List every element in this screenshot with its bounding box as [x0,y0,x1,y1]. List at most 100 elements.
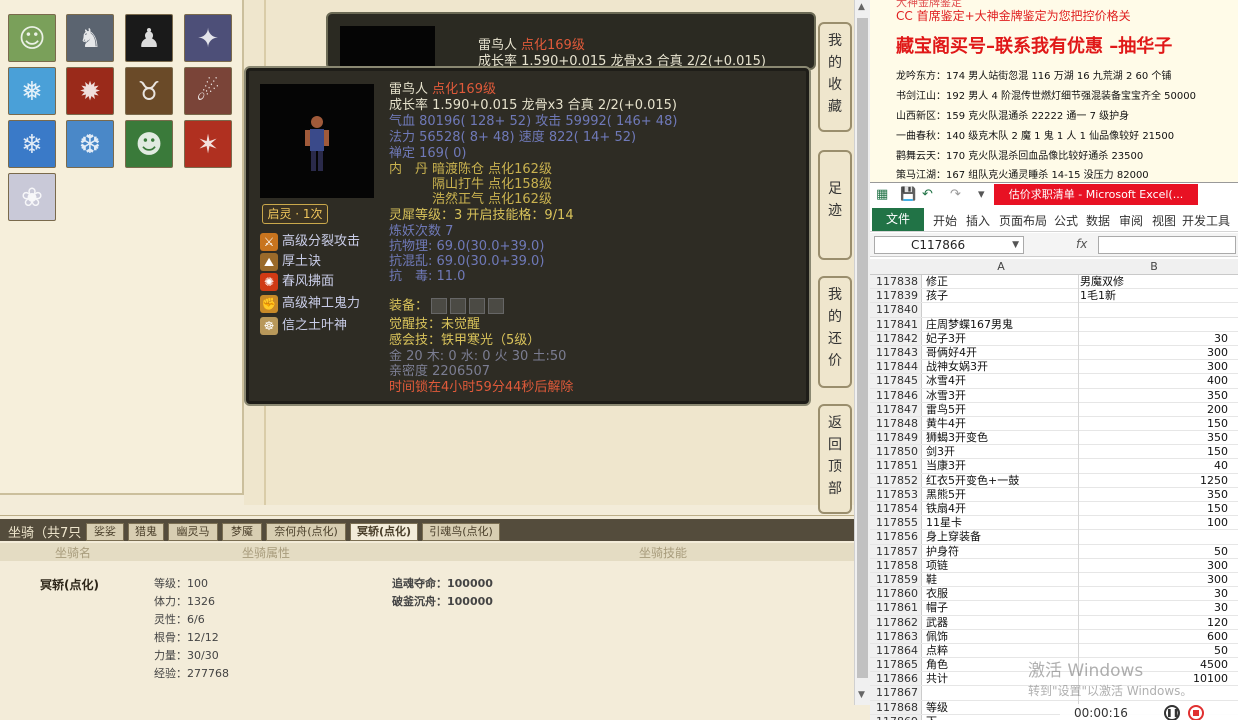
pet-portrait-12[interactable]: ✶ [184,120,232,168]
cell-b[interactable]: 300 [1080,559,1228,573]
cell-a[interactable]: 庄周梦蝶167男鬼 [926,318,1076,332]
cell-b[interactable]: 200 [1080,403,1228,417]
ribbon-tab[interactable]: 页面布局 [999,212,1047,229]
table-row[interactable]: 117841 庄周梦蝶167男鬼 [870,317,1238,332]
ribbon-tab[interactable]: 公式 [1054,212,1078,229]
pet-portrait-1[interactable]: ☺ [8,14,56,62]
cell-b[interactable]: 100 [1080,516,1228,530]
table-row[interactable]: 117860 衣服 30 [870,587,1238,602]
table-row[interactable]: 117844 战神女娲3开 300 [870,360,1238,375]
formula-input[interactable] [1098,236,1236,254]
cell-b[interactable]: 40 [1080,459,1228,473]
table-row[interactable]: 117852 红衣5开变色+一鼓 1250 [870,473,1238,488]
mount-tab[interactable]: 幽灵马 [168,523,218,541]
mount-tab[interactable]: 引魂鸟(点化) [422,523,500,541]
skill-item[interactable]: ✊ 高级神工鬼力 [260,292,360,313]
skill-item[interactable]: ☸ 信之土叶神 [260,314,347,335]
row-number[interactable]: 117859 [870,572,922,587]
cell-a[interactable]: 红衣5开变色+一鼓 [926,474,1076,488]
cell-a[interactable]: 项链 [926,559,1076,573]
table-row[interactable]: 117859 鞋 300 [870,572,1238,588]
column-header-b[interactable]: B [1080,260,1228,273]
row-number[interactable]: 117854 [870,502,922,516]
table-row[interactable]: 117853 黑熊5开 350 [870,487,1238,502]
cell-b[interactable]: 30 [1080,601,1228,615]
cell-a[interactable]: 哥俩好4开 [926,346,1076,360]
row-number[interactable]: 117848 [870,416,922,431]
cell-b[interactable]: 350 [1080,431,1228,445]
column-header-a[interactable]: A [926,260,1076,273]
cell-a[interactable]: 狮蝎3开变色 [926,431,1076,445]
skill-item[interactable]: ⛰ 厚土诀 [260,250,321,271]
row-number[interactable]: 117851 [870,459,922,473]
table-row[interactable]: 117838 修正 男魔双修 [870,275,1238,290]
row-number[interactable]: 117857 [870,544,922,558]
cell-a[interactable]: 当康3开 [926,459,1076,473]
table-row[interactable]: 117846 冰雪3开 350 [870,388,1238,403]
table-row[interactable]: 117855 11星卡 100 [870,516,1238,531]
chevron-down-icon[interactable]: ▼ [1012,237,1019,253]
table-row[interactable]: 117850 剑3开 150 [870,445,1238,460]
row-number[interactable]: 117860 [870,587,922,601]
table-row[interactable]: 117848 黄牛4开 150 [870,416,1238,432]
cell-a[interactable]: 黄牛4开 [926,417,1076,431]
page-scrollbar[interactable]: ▲ ▼ [854,0,870,705]
mount-tab[interactable]: 梦魇 [222,523,262,541]
row-number[interactable]: 117864 [870,643,922,658]
cell-b[interactable]: 350 [1080,488,1228,502]
pet-portrait-3[interactable]: ♟ [125,14,173,62]
table-row[interactable]: 117857 护身符 50 [870,544,1238,559]
cell-b[interactable]: 男魔双修 [1080,275,1228,289]
cell-b[interactable]: 400 [1080,374,1228,388]
ribbon-tab[interactable]: 开发工具 [1182,212,1230,229]
footprint-button[interactable]: 足 迹 [818,150,852,260]
cell-b[interactable]: 600 [1080,630,1228,644]
row-number[interactable]: 117862 [870,615,922,629]
row-number[interactable]: 117861 [870,601,922,615]
cell-a[interactable]: 武器 [926,616,1076,630]
pet-portrait-4[interactable]: ✦ [184,14,232,62]
my-offers-button[interactable]: 我 的 还 价 [818,276,852,388]
cell-b[interactable]: 300 [1080,573,1228,587]
cell-a[interactable]: 护身符 [926,545,1076,559]
cell-a[interactable]: 等级 [926,701,1076,715]
pet-portrait-11[interactable]: ☻ [125,120,173,168]
cell-a[interactable]: 佩饰 [926,630,1076,644]
cell-b[interactable]: 300 [1080,346,1228,360]
ribbon-tab[interactable]: 审阅 [1119,212,1143,229]
table-row[interactable]: 117839 孩子 1毛1新 [870,289,1238,304]
row-number[interactable]: 117856 [870,530,922,544]
row-number[interactable]: 117853 [870,487,922,501]
row-number[interactable]: 117844 [870,360,922,374]
row-number[interactable]: 117843 [870,345,922,360]
mount-tab[interactable]: 娑娑 [86,523,124,541]
row-number[interactable]: 117850 [870,445,922,459]
row-number[interactable]: 117869 [870,714,922,720]
table-row[interactable]: 117845 冰雪4开 400 [870,374,1238,389]
ribbon-tab[interactable]: 视图 [1152,212,1176,229]
equip-slot[interactable] [469,298,486,314]
row-number[interactable]: 117841 [870,317,922,331]
scroll-up-icon[interactable]: ▲ [858,2,865,12]
cell-a[interactable]: 冰雪4开 [926,374,1076,388]
cell-a[interactable]: 战神女娲3开 [926,360,1076,374]
equip-slot[interactable] [431,298,448,314]
stop-icon[interactable] [1188,705,1204,720]
table-row[interactable]: 117856 身上穿装备 [870,530,1238,545]
my-favorites-button[interactable]: 我 的 收 藏 [818,22,852,132]
equip-slot[interactable] [488,298,505,314]
name-box[interactable]: C117866 ▼ [874,236,1024,254]
row-number[interactable]: 117852 [870,473,922,487]
cell-a[interactable]: 修正 [926,275,1076,289]
skill-item[interactable]: ✺ 春风拂面 [260,270,334,291]
pet-portrait-2[interactable]: ♞ [66,14,114,62]
pet-portrait-6[interactable]: ✹ [66,67,114,115]
cell-a[interactable]: 雷鸟5开 [926,403,1076,417]
pet-portrait-8[interactable]: ☄ [184,67,232,115]
cell-b[interactable]: 150 [1080,445,1228,459]
cell-a[interactable]: 身上穿装备 [926,530,1076,544]
pet-portrait-13[interactable]: ❀ [8,173,56,221]
cell-b[interactable]: 1250 [1080,474,1228,488]
table-row[interactable]: 117854 铁扇4开 150 [870,502,1238,517]
table-row[interactable]: 117840 [870,303,1238,318]
